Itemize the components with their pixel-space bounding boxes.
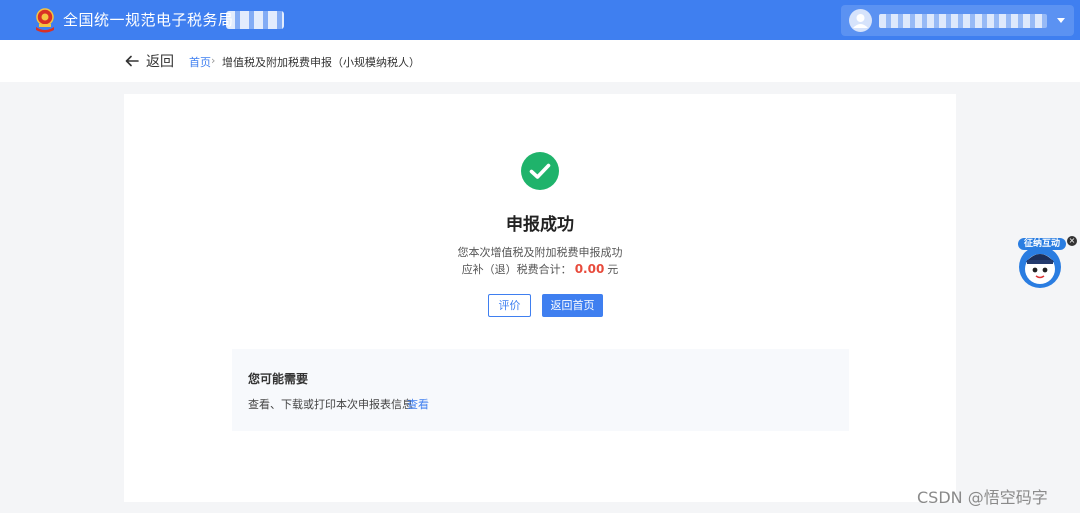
check-circle-icon [521,152,559,190]
redacted-region-name [226,11,284,29]
breadcrumb-separator: › [211,54,216,67]
result-amount-line: 应补（退）税费合计： 0.00 元 [124,261,956,277]
breadcrumb-current: 增值税及附加税费申报（小规模纳税人） [222,56,420,69]
close-assistant-icon[interactable]: × [1067,236,1077,246]
result-card: 申报成功 您本次增值税及附加税费申报成功 应补（退）税费合计： 0.00 元 评价 … [124,94,956,502]
result-title: 申报成功 [506,215,574,235]
suggestion-title: 您可能需要 [248,372,309,386]
view-declaration-link[interactable]: 查看 [407,396,429,412]
assistant-badge-text: 征纳互动 [1018,238,1066,250]
watermark: CSDN @悟空码字 [917,488,1048,507]
amount-label: 应补（退）税费合计： [461,263,572,276]
breadcrumb-home-link[interactable]: 首页 [189,54,211,70]
user-avatar-icon [849,9,872,32]
site-title: 全国统一规范电子税务局 [63,11,234,29]
amount-value: 0.00 [574,262,605,276]
suggestion-panel: 您可能需要 查看、下载或打印本次申报表信息 查看 [232,349,849,431]
back-button[interactable]: 返回 [146,51,174,71]
arrow-left-icon[interactable] [125,54,139,68]
return-home-button[interactable]: 返回首页 [542,294,603,317]
tax-emblem-icon [36,8,54,33]
chevron-down-icon[interactable] [1057,18,1065,23]
user-menu[interactable] [841,5,1074,36]
redacted-user-name [879,14,1047,28]
suggestion-item-text: 查看、下载或打印本次申报表信息 [248,398,413,411]
rate-button[interactable]: 评价 [488,294,531,317]
result-description: 您本次增值税及附加税费申报成功 [457,246,623,259]
top-header: 全国统一规范电子税务局 [0,0,1080,40]
sub-navigation: 返回 首页 › 增值税及附加税费申报（小规模纳税人） [0,40,1080,82]
amount-unit: 元 [607,263,619,276]
